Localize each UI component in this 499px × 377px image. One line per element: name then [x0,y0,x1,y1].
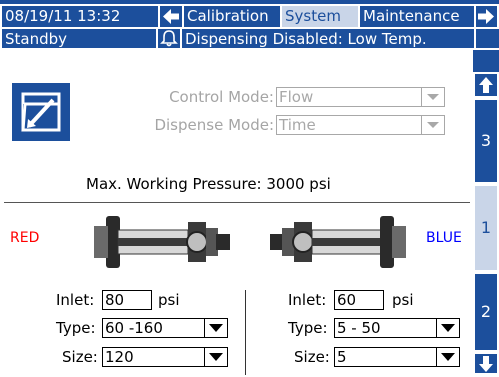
red-pump-image [94,216,230,268]
left-inlet-input[interactable]: 80 [102,290,152,310]
datetime: 08/19/11 13:32 [0,4,160,29]
left-size-value: 120 [105,348,134,366]
right-inlet-label: Inlet: [288,291,327,309]
left-size-select[interactable]: 120 [102,347,228,367]
next-screen-button[interactable] [474,4,499,29]
control-mode-select[interactable]: Flow [276,87,445,107]
right-type-value: 5 - 50 [337,319,381,337]
chevron-down-icon [421,116,444,134]
red-label: RED [10,230,40,246]
page-tab-1-label: 1 [480,218,492,237]
page-tab-3[interactable]: 3 [473,98,499,184]
dispense-mode-value: Time [279,116,316,134]
page-tab-2-label: 2 [480,302,492,321]
page-tab-2[interactable]: 2 [473,272,499,352]
right-inlet-input[interactable]: 60 [334,290,384,310]
chevron-down-icon [204,348,227,366]
blue-pump-image [270,216,406,268]
tab-system[interactable]: System [280,4,360,29]
dispense-mode-select[interactable]: Time [276,115,445,135]
tab-calibration[interactable]: Calibration [182,4,282,29]
chevron-down-icon [421,88,444,106]
left-size-label: Size: [62,348,98,366]
edit-icon [21,92,61,132]
blue-label: BLUE [426,230,462,246]
arrow-down-icon [479,356,493,372]
arrow-right-icon [478,9,494,24]
bell-icon [160,30,178,47]
alert-bell-button[interactable] [156,27,182,50]
dispense-mode-label: Dispense Mode: [154,116,274,134]
header-gap [0,48,473,72]
left-inlet-label: Inlet: [56,291,95,309]
section-divider [4,202,470,203]
left-type-select[interactable]: 60 -160 [102,318,228,338]
prev-screen-button[interactable] [158,4,184,29]
chevron-down-icon [436,319,459,337]
right-type-select[interactable]: 5 - 50 [334,318,460,338]
right-size-select[interactable]: 5 [334,347,460,367]
chevron-down-icon [204,319,227,337]
arrow-left-icon [163,9,179,24]
max-working-pressure: Max. Working Pressure: 3000 psi [86,175,331,193]
scroll-down-button[interactable] [473,352,499,375]
left-type-value: 60 -160 [105,319,163,337]
scroll-up-button[interactable] [473,72,499,98]
arrow-up-icon [479,77,493,93]
control-mode-label: Control Mode: [169,88,274,106]
right-size-label: Size: [294,348,330,366]
left-type-label: Type: [56,319,96,337]
left-inlet-unit: psi [158,291,180,309]
right-size-value: 5 [337,348,347,366]
chevron-down-icon [436,348,459,366]
page-tab-1[interactable]: 1 [473,184,499,272]
pump-column-divider [245,290,246,375]
alert-message: Dispensing Disabled: Low Temp. [180,27,476,50]
status-text: Standby [0,27,158,50]
right-inlet-unit: psi [392,291,414,309]
edit-button[interactable] [12,83,70,141]
tab-maintenance[interactable]: Maintenance [358,4,476,29]
control-mode-value: Flow [279,88,314,106]
right-type-label: Type: [288,319,328,337]
page-tab-3-label: 3 [480,131,492,150]
